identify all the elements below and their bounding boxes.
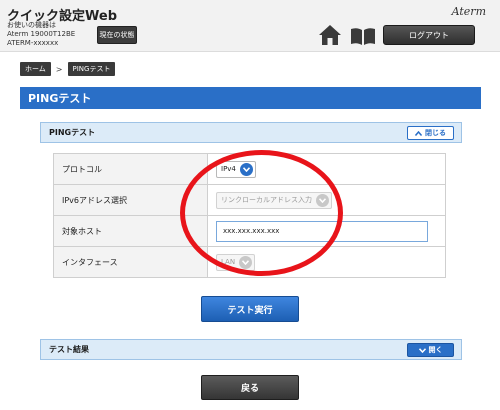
- table-row: IPv6アドレス選択 リンクローカルアドレス入力: [53, 184, 446, 216]
- settings-panel-header: PINGテスト 閉じる: [40, 122, 462, 143]
- current-status-button[interactable]: 現在の状態: [97, 26, 137, 44]
- breadcrumb-current: PINGテスト: [67, 62, 116, 76]
- protocol-select[interactable]: IPv4: [216, 160, 256, 178]
- breadcrumb-separator: >: [55, 64, 63, 74]
- protocol-label: プロトコル: [53, 153, 208, 185]
- settings-panel-title: PINGテスト: [49, 128, 96, 137]
- target-host-label: 対象ホスト: [53, 215, 208, 247]
- brand-logo: Aterm: [451, 5, 486, 18]
- expand-label: 開く: [428, 346, 443, 354]
- results-panel-title: テスト結果: [49, 345, 89, 354]
- ipv6-address-label: IPv6アドレス選択: [53, 184, 208, 216]
- device-info: お使いの機器は Aterm 19000T12BE ATERM-xxxxxx: [7, 21, 75, 48]
- results-panel-header: テスト結果 開く: [40, 339, 462, 360]
- settings-table: プロトコル IPv4 IPv6アドレス選択 リンクローカルアドレス入力 対象ホス…: [53, 153, 446, 278]
- page-title: PINGテスト: [20, 87, 481, 109]
- collapse-button[interactable]: 閉じる: [407, 126, 454, 140]
- home-icon[interactable]: [318, 24, 342, 46]
- table-row: インタフェース LAN: [53, 246, 446, 278]
- collapse-label: 閉じる: [425, 129, 446, 137]
- logout-button[interactable]: ログアウト: [383, 25, 475, 45]
- table-row: プロトコル IPv4: [53, 153, 446, 185]
- chevron-up-icon: [415, 130, 422, 136]
- run-test-button[interactable]: テスト実行: [201, 296, 299, 322]
- ipv6-address-select: リンクローカルアドレス入力: [216, 191, 332, 209]
- breadcrumb-home[interactable]: ホーム: [20, 62, 51, 76]
- device-label: お使いの機器は: [7, 21, 56, 29]
- breadcrumb: ホーム > PINGテスト: [20, 62, 116, 76]
- interface-label: インタフェース: [53, 246, 208, 278]
- chevron-down-icon: [239, 162, 253, 176]
- chevron-down-icon: [418, 347, 426, 353]
- device-name: ATERM-xxxxxx: [7, 39, 59, 47]
- interface-select: LAN: [216, 253, 256, 271]
- protocol-value: IPv4: [221, 165, 236, 173]
- interface-value: LAN: [221, 258, 236, 266]
- header-bar: クイック設定Web お使いの機器は Aterm 19000T12BE ATERM…: [0, 0, 500, 52]
- ipv6-address-value: リンクローカルアドレス入力: [221, 196, 312, 204]
- manual-book-icon[interactable]: [350, 26, 376, 46]
- device-model: Aterm 19000T12BE: [7, 30, 76, 38]
- back-button[interactable]: 戻る: [201, 375, 299, 400]
- expand-button[interactable]: 開く: [407, 343, 454, 357]
- target-host-input[interactable]: [216, 220, 428, 242]
- table-row: 対象ホスト: [53, 215, 446, 247]
- chevron-down-icon: [239, 255, 253, 269]
- chevron-down-icon: [316, 193, 329, 207]
